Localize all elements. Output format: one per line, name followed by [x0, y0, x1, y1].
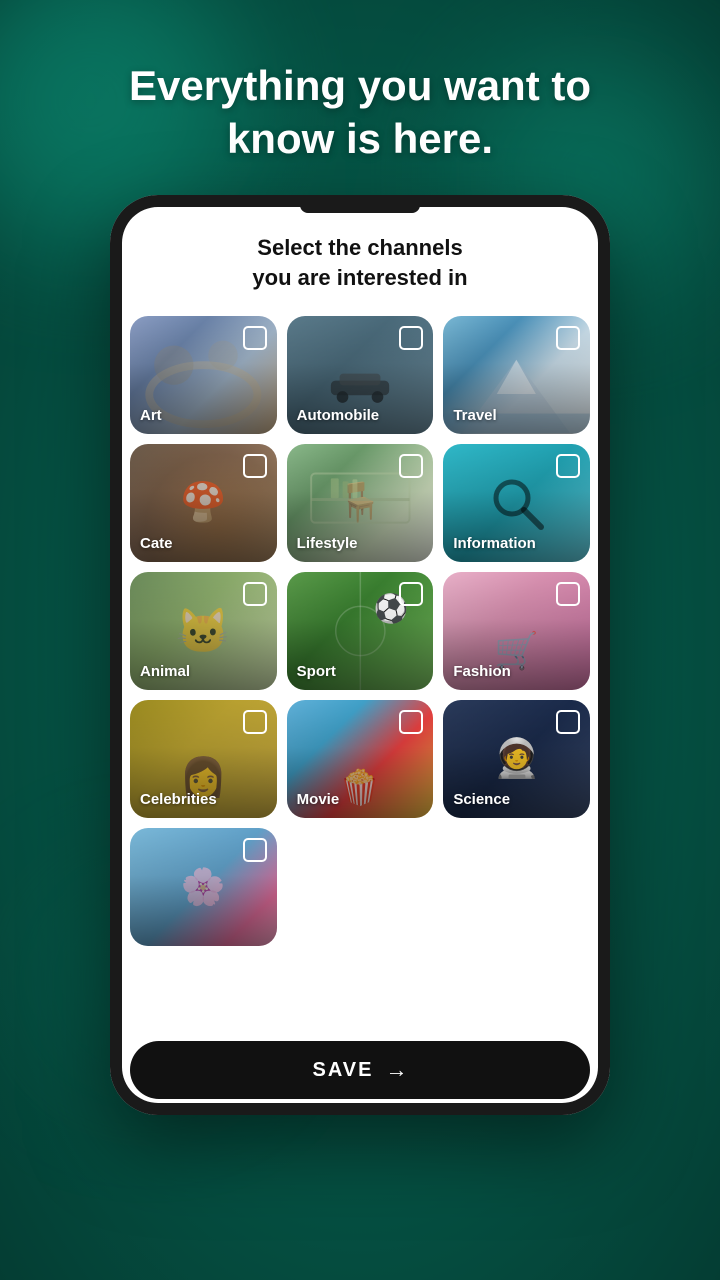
checkbox-automobile[interactable] [399, 326, 423, 350]
save-bar: SAVE → [110, 1029, 610, 1115]
checkbox-cate[interactable] [243, 454, 267, 478]
channel-card-sport[interactable]: ⚽ Sport [287, 572, 434, 690]
checkbox-movie[interactable] [399, 710, 423, 734]
save-arrow-icon: → [385, 1057, 407, 1083]
checkbox-celebrities[interactable] [243, 710, 267, 734]
channel-card-movie[interactable]: 🍿 Movie [287, 700, 434, 818]
label-travel: Travel [453, 407, 496, 424]
checkbox-travel[interactable] [556, 326, 580, 350]
channel-card-fashion[interactable]: 🛒 Fashion [443, 572, 590, 690]
label-cate: Cate [140, 535, 173, 552]
channel-card-science[interactable]: 🧑‍🚀 Science [443, 700, 590, 818]
save-label: SAVE [313, 1059, 374, 1082]
save-button[interactable]: SAVE → [130, 1041, 590, 1099]
channel-card-information[interactable]: Information [443, 444, 590, 562]
checkbox-animal[interactable] [243, 582, 267, 606]
label-lifestyle: Lifestyle [297, 535, 358, 552]
phone-notch [300, 203, 420, 213]
main-headline: Everything you want to know is here. [69, 60, 651, 165]
channel-card-automobile[interactable]: Automobile [287, 316, 434, 434]
label-sport: Sport [297, 663, 336, 680]
phone-screen: Select the channels you are interested i… [110, 213, 610, 1029]
checkbox-art[interactable] [243, 326, 267, 350]
channels-grid: Art Automobile [130, 316, 590, 946]
label-automobile: Automobile [297, 407, 380, 424]
label-animal: Animal [140, 663, 190, 680]
checkbox-science[interactable] [556, 710, 580, 734]
phone-frame: Select the channels you are interested i… [110, 195, 610, 1115]
checkbox-extra[interactable] [243, 838, 267, 862]
screen-title: Select the channels you are interested i… [130, 233, 590, 292]
channel-card-celebrities[interactable]: 👩 Celebrities [130, 700, 277, 818]
label-art: Art [140, 407, 162, 424]
label-science: Science [453, 791, 510, 808]
car-icon [320, 369, 400, 404]
channel-card-extra[interactable]: 🌸 [130, 828, 277, 946]
label-fashion: Fashion [453, 663, 511, 680]
checkbox-fashion[interactable] [556, 582, 580, 606]
channel-card-cate[interactable]: 🍄 Cate [130, 444, 277, 562]
label-information: Information [453, 535, 536, 552]
checkbox-lifestyle[interactable] [399, 454, 423, 478]
label-celebrities: Celebrities [140, 791, 217, 808]
label-movie: Movie [297, 791, 340, 808]
channel-card-animal[interactable]: 🐱 Animal [130, 572, 277, 690]
channel-card-travel[interactable]: Travel [443, 316, 590, 434]
channel-card-art[interactable]: Art [130, 316, 277, 434]
checkbox-information[interactable] [556, 454, 580, 478]
checkbox-sport[interactable] [399, 582, 423, 606]
channel-card-lifestyle[interactable]: 🪑 Lifestyle [287, 444, 434, 562]
